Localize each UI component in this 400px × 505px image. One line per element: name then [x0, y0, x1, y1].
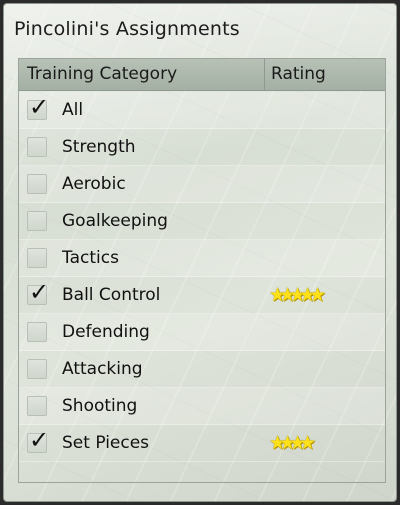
- table-row[interactable]: Attacking: [19, 351, 385, 388]
- table-row[interactable]: Shooting: [19, 388, 385, 425]
- checkmark-icon: ✓: [29, 426, 50, 454]
- table-row[interactable]: ✓ Ball Control ★ ★ ★ ★ ★: [19, 277, 385, 314]
- table-row[interactable]: Goalkeeping: [19, 203, 385, 240]
- row-label: Shooting: [62, 396, 138, 416]
- column-header-training-category[interactable]: Training Category: [19, 59, 265, 90]
- rating-stars: ★ ★ ★ ★: [269, 432, 317, 454]
- table-row[interactable]: Defending: [19, 314, 385, 351]
- row-label: Tactics: [62, 248, 119, 268]
- row-checkbox[interactable]: [27, 248, 47, 268]
- row-checkbox[interactable]: [27, 211, 47, 231]
- row-checkbox[interactable]: ✓: [27, 280, 49, 305]
- row-label: Goalkeeping: [62, 211, 168, 231]
- checkmark-icon: ✓: [29, 93, 50, 121]
- row-checkbox[interactable]: [27, 174, 47, 194]
- row-label: Aerobic: [62, 174, 126, 194]
- column-header-rating[interactable]: Rating: [265, 59, 385, 90]
- star-icon: ★: [299, 432, 317, 454]
- rating-stars: ★ ★ ★ ★ ★: [269, 284, 327, 306]
- row-label: Ball Control: [62, 285, 161, 305]
- row-checkbox[interactable]: [27, 322, 47, 342]
- table-body: ✓ All Strength Aerobic Goalkeeping Tactics ✓ Ba…: [19, 92, 385, 462]
- panel-title: Pincolini's Assignments: [14, 18, 240, 40]
- row-checkbox[interactable]: ✓: [27, 428, 49, 453]
- star-icon: ★: [309, 284, 327, 306]
- row-label: All: [62, 100, 84, 120]
- row-label: Defending: [62, 322, 150, 342]
- assignments-panel: Pincolini's Assignments Training Categor…: [3, 3, 397, 502]
- row-checkbox[interactable]: [27, 137, 47, 157]
- row-label: Strength: [62, 137, 136, 157]
- table-row[interactable]: Strength: [19, 129, 385, 166]
- table-row[interactable]: ✓ All: [19, 92, 385, 129]
- table-row[interactable]: ✓ Set Pieces ★ ★ ★ ★: [19, 425, 385, 462]
- row-checkbox[interactable]: ✓: [27, 95, 49, 120]
- table-row[interactable]: Tactics: [19, 240, 385, 277]
- checkmark-icon: ✓: [29, 278, 50, 306]
- table-header: Training Category Rating: [19, 59, 385, 91]
- table-row[interactable]: Aerobic: [19, 166, 385, 203]
- row-checkbox[interactable]: [27, 396, 47, 416]
- row-label: Set Pieces: [62, 433, 150, 453]
- assignments-table: Training Category Rating ✓ All Strength Aer…: [18, 58, 386, 483]
- row-label: Attacking: [62, 359, 143, 379]
- row-checkbox[interactable]: [27, 359, 47, 379]
